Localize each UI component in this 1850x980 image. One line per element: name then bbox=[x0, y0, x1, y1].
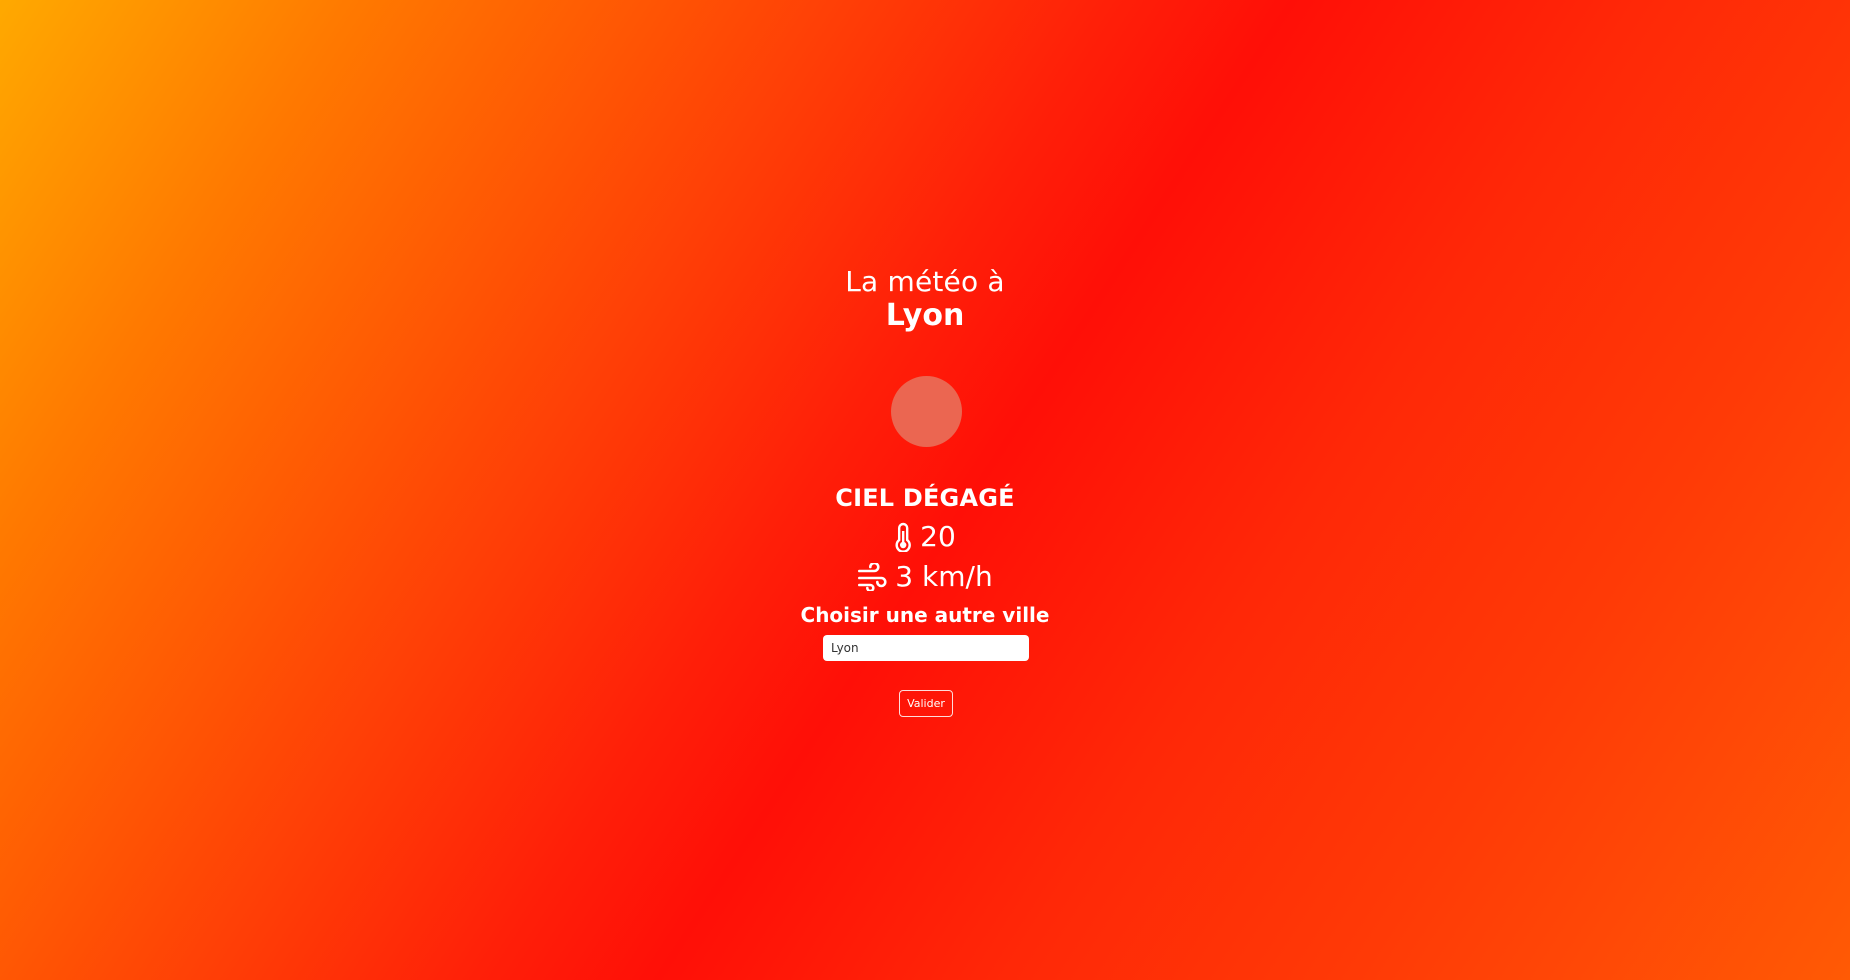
temperature-row: 20 bbox=[894, 520, 956, 553]
temperature-value: 20 bbox=[920, 520, 956, 553]
wind-icon bbox=[857, 562, 887, 591]
city-name: Lyon bbox=[885, 298, 965, 333]
weather-app: La météo à Lyon CIEL DÉGAGÉ 20 3 km/h Ch… bbox=[0, 0, 1850, 980]
wind-row: 3 km/h bbox=[857, 560, 993, 593]
weather-icon bbox=[891, 376, 962, 447]
other-city-title: Choisir une autre ville bbox=[800, 603, 1050, 627]
submit-button[interactable]: Valider bbox=[899, 690, 953, 717]
thermometer-icon bbox=[894, 522, 912, 552]
page-title: La météo à bbox=[845, 265, 1005, 298]
city-input[interactable] bbox=[823, 635, 1029, 661]
weather-description: CIEL DÉGAGÉ bbox=[835, 484, 1015, 512]
wind-speed: 3 km/h bbox=[895, 560, 993, 593]
